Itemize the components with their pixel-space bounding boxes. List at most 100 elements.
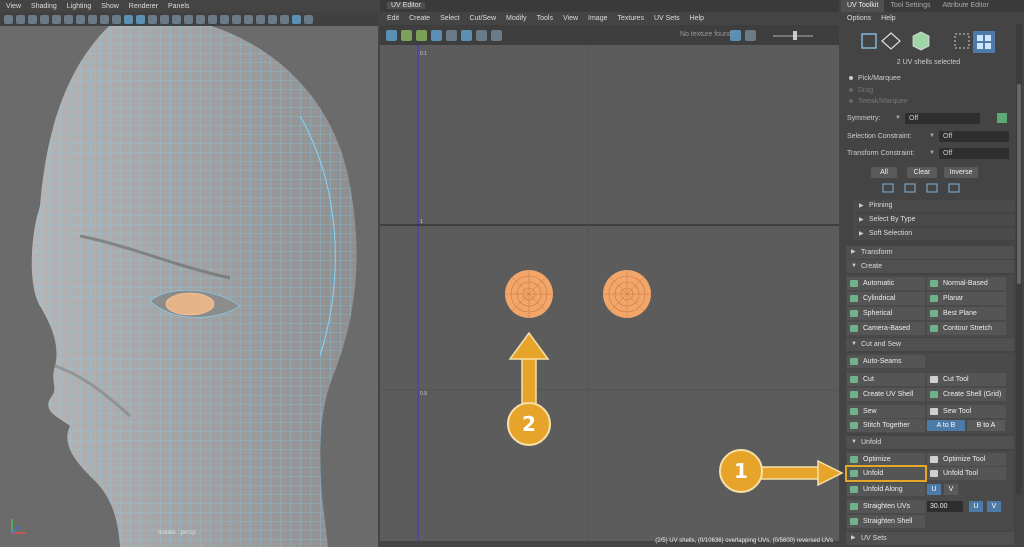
mode-drag[interactable]: Drag <box>849 87 873 94</box>
anti-aliasing-icon[interactable] <box>220 14 229 24</box>
cut-button[interactable]: Cut <box>847 373 925 386</box>
camera-attributes-icon[interactable] <box>16 14 25 24</box>
sew-button[interactable]: Sew <box>847 405 925 418</box>
uv-pixel-snap-icon[interactable] <box>446 29 457 41</box>
shadows-icon[interactable] <box>184 14 193 24</box>
field-chart-icon[interactable] <box>100 14 109 24</box>
xray-joints-icon[interactable] <box>268 14 277 24</box>
viewport-menu-view[interactable]: View <box>6 3 21 10</box>
gate-mask-icon[interactable] <box>88 14 97 24</box>
uv-menu-modify[interactable]: Modify <box>506 15 527 22</box>
select-camera-icon[interactable] <box>4 14 13 24</box>
uv-menu-view[interactable]: View <box>563 15 578 22</box>
straighten-v-button[interactable]: V <box>987 501 1001 512</box>
section-unfold[interactable]: ▼ Unfold <box>846 436 1014 449</box>
toolkit-menu-help[interactable]: Help <box>881 15 895 22</box>
resolution-gate-icon[interactable] <box>76 14 85 24</box>
unfold-tool-button[interactable]: Unfold Tool <box>927 467 1006 480</box>
exposure-slider-handle[interactable] <box>793 31 797 40</box>
camera-based-button[interactable]: Camera-Based <box>847 322 925 335</box>
ambient-occlusion-icon[interactable] <box>196 14 205 24</box>
selected-eye-shell[interactable] <box>165 292 215 316</box>
exposure-icon[interactable] <box>304 14 313 24</box>
section-transform[interactable]: ▶ Transform <box>846 246 1014 259</box>
uv-checker-icon[interactable] <box>491 29 502 41</box>
uv-menu-cut-sew[interactable]: Cut/Sew <box>470 15 496 22</box>
stitch-together-button[interactable]: Stitch Together <box>847 419 925 432</box>
contour-stretch-button[interactable]: Contour Stretch <box>927 322 1006 335</box>
cylindrical-button[interactable]: Cylindrical <box>847 292 925 305</box>
normal-based-button[interactable]: Normal-Based <box>927 277 1006 290</box>
planar-button[interactable]: Planar <box>927 292 1006 305</box>
uv-editor-title[interactable]: UV Editor <box>387 2 425 9</box>
wireframe-icon[interactable] <box>124 14 133 24</box>
section-select-by-type[interactable]: ▶ Select By Type <box>853 214 1015 226</box>
uv-menu-edit[interactable]: Edit <box>387 15 399 22</box>
uv-select-icon[interactable] <box>954 33 970 49</box>
isolate-active-icon[interactable] <box>292 14 301 24</box>
vertex-select-icon[interactable] <box>861 33 877 49</box>
uv-menu-uv-sets[interactable]: UV Sets <box>654 15 680 22</box>
section-cut-and-sew[interactable]: ▼ Cut and Sew <box>846 338 1014 351</box>
uv-shell-left[interactable] <box>505 270 553 318</box>
isolate-select-icon[interactable] <box>244 14 253 24</box>
straighten-angle-field[interactable]: 30.00 <box>927 501 963 512</box>
uv-shell-icon[interactable] <box>401 29 412 41</box>
optimize-button[interactable]: Optimize <box>847 453 925 466</box>
uv-menu-image[interactable]: Image <box>588 15 607 22</box>
select-inverse-button[interactable]: Inverse <box>944 167 978 178</box>
xray-icon[interactable] <box>256 14 265 24</box>
unfold-button[interactable]: Unfold <box>845 465 927 482</box>
uv-shell-right[interactable] <box>603 270 651 318</box>
straighten-uvs-button[interactable]: Straighten UVs <box>847 500 925 513</box>
transform-constraint-dropdown[interactable]: Off <box>939 148 1009 159</box>
face-select-icon[interactable] <box>912 31 930 51</box>
grow-selection-icon[interactable] <box>926 183 938 193</box>
sew-tool-button[interactable]: Sew Tool <box>927 405 1006 418</box>
symmetry-toggle-icon[interactable] <box>997 113 1007 123</box>
uv-menu-tools[interactable]: Tools <box>537 15 553 22</box>
automatic-button[interactable]: Automatic <box>847 277 925 290</box>
best-plane-button[interactable]: Best Plane <box>927 307 1006 320</box>
symmetry-dropdown[interactable]: Off <box>905 113 980 124</box>
grid-icon[interactable] <box>52 14 61 24</box>
spherical-button[interactable]: Spherical <box>847 307 925 320</box>
section-uv-sets[interactable]: ▶ UV Sets <box>846 532 1014 545</box>
uv-texture-borders-icon[interactable] <box>476 29 487 41</box>
xray-components-icon[interactable] <box>280 14 289 24</box>
select-shell-border-icon[interactable] <box>904 183 916 193</box>
auto-seams-button[interactable]: Auto-Seams <box>847 355 925 368</box>
viewport-menu-panels[interactable]: Panels <box>168 3 189 10</box>
unfold-along-u-button[interactable]: U <box>927 484 941 495</box>
uv-menu-select[interactable]: Select <box>440 15 459 22</box>
head-mesh-wireframe[interactable] <box>0 26 378 547</box>
select-all-button[interactable]: All <box>871 167 897 178</box>
dim-image-icon[interactable] <box>745 29 756 41</box>
textured-icon[interactable] <box>160 14 169 24</box>
uv-select-icon[interactable] <box>386 29 397 41</box>
lights-icon[interactable] <box>172 14 181 24</box>
motion-blur-icon[interactable] <box>208 14 217 24</box>
tab-attribute-editor[interactable]: Attribute Editor <box>936 0 994 12</box>
selection-constraint-dropdown[interactable]: Off <box>939 131 1009 142</box>
tab-uv-toolkit[interactable]: UV Toolkit <box>841 0 885 12</box>
create-shell-grid-button[interactable]: Create Shell (Grid) <box>927 388 1006 401</box>
toolkit-menu-options[interactable]: Options <box>847 15 871 22</box>
wireframe-on-shaded-icon[interactable] <box>148 14 157 24</box>
smooth-shade-icon[interactable] <box>136 14 145 24</box>
uv-shaded-icon[interactable] <box>461 29 472 41</box>
uv-menu-textures[interactable]: Textures <box>618 15 644 22</box>
b-to-a-button[interactable]: B to A <box>967 420 1005 431</box>
scrollbar-thumb[interactable] <box>1017 84 1021 284</box>
image-plane-icon[interactable] <box>40 14 49 24</box>
straighten-u-button[interactable]: U <box>969 501 983 512</box>
toolkit-scrollbar[interactable] <box>1016 24 1022 494</box>
3d-viewport[interactable]: View Shading Lighting Show Renderer Pane… <box>0 0 378 547</box>
uv-menu-help[interactable]: Help <box>690 15 704 22</box>
mode-pick-marquee[interactable]: Pick/Marquee <box>849 75 901 82</box>
viewport-menu-shading[interactable]: Shading <box>31 3 57 10</box>
film-gate-icon[interactable] <box>64 14 73 24</box>
shrink-selection-icon[interactable] <box>948 183 960 193</box>
mode-tweak-marquee[interactable]: Tweak/Marquee <box>849 98 908 105</box>
cut-tool-button[interactable]: Cut Tool <box>927 373 1006 386</box>
